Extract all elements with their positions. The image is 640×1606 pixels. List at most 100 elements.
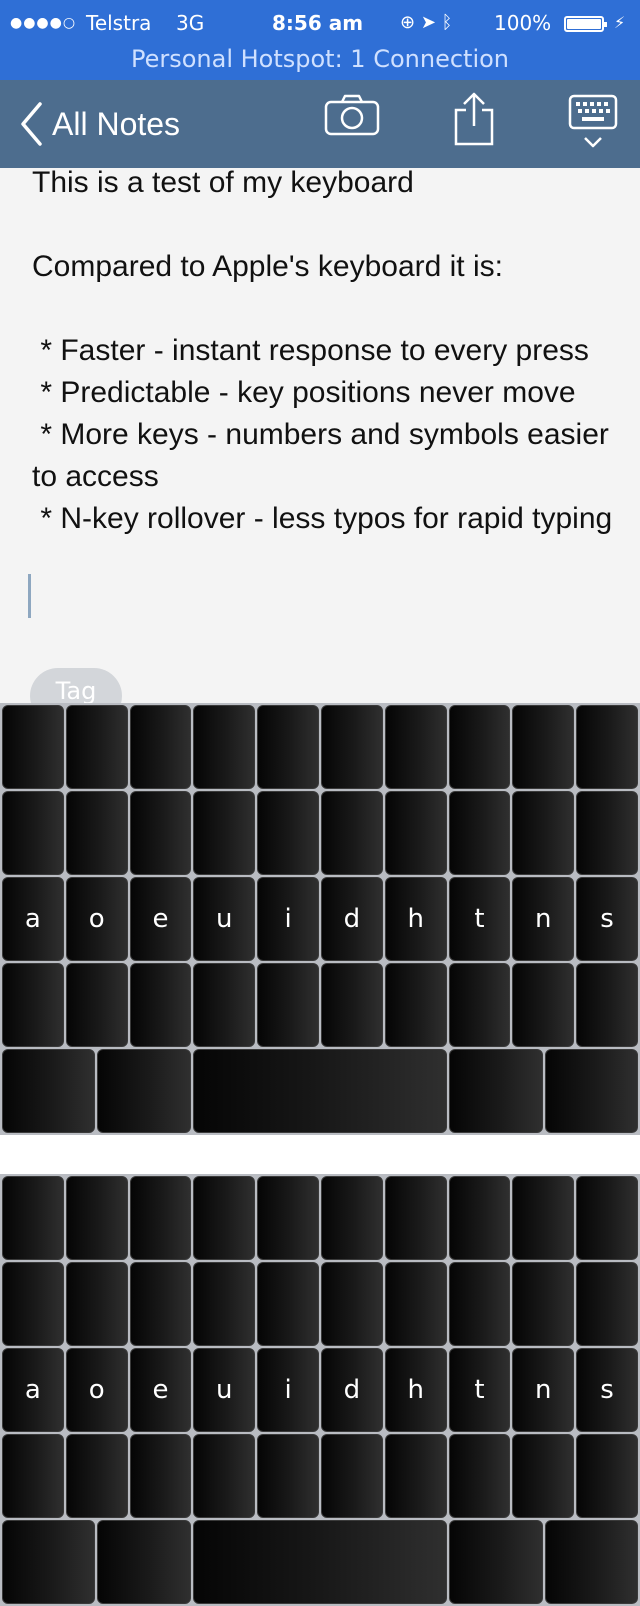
key[interactable] [512, 705, 575, 789]
key[interactable] [576, 791, 638, 875]
key[interactable] [193, 705, 256, 789]
key-u[interactable]: u [193, 877, 256, 961]
tag-button[interactable]: Tag [30, 668, 122, 704]
key-i[interactable]: i [257, 877, 319, 961]
key[interactable] [384, 1262, 447, 1346]
key[interactable] [2, 963, 64, 1047]
key[interactable] [97, 1049, 191, 1133]
share-icon[interactable] [452, 90, 496, 146]
key-n[interactable]: n [512, 877, 575, 961]
key-o[interactable]: o [65, 1348, 128, 1432]
key[interactable] [576, 705, 638, 789]
keyboard-hide-icon[interactable] [568, 94, 618, 156]
key-i[interactable]: i [257, 1348, 319, 1432]
note-editor[interactable]: This is a test of my keyboard Compared t… [0, 168, 640, 704]
key[interactable] [512, 963, 575, 1047]
key[interactable] [97, 1520, 191, 1604]
key[interactable] [320, 1176, 383, 1260]
key[interactable] [449, 1520, 543, 1604]
key[interactable] [320, 705, 383, 789]
key[interactable] [2, 1176, 64, 1260]
key[interactable] [512, 791, 575, 875]
key[interactable] [129, 1176, 192, 1260]
key[interactable] [384, 1176, 447, 1260]
key[interactable] [129, 1262, 192, 1346]
key[interactable] [257, 705, 319, 789]
back-button[interactable]: All Notes [20, 100, 180, 148]
key[interactable] [2, 1049, 96, 1133]
key[interactable] [449, 1049, 543, 1133]
key[interactable] [576, 1434, 638, 1518]
key[interactable] [448, 705, 511, 789]
key-a[interactable]: a [2, 877, 64, 961]
key-h[interactable]: h [384, 1348, 447, 1432]
key-h[interactable]: h [384, 877, 447, 961]
key[interactable] [512, 1262, 575, 1346]
key[interactable] [193, 1262, 256, 1346]
key[interactable] [384, 963, 447, 1047]
key-t[interactable]: t [448, 1348, 511, 1432]
key[interactable] [129, 1434, 192, 1518]
key[interactable] [512, 1176, 575, 1260]
key[interactable] [384, 791, 447, 875]
key-e[interactable]: e [129, 877, 192, 961]
key[interactable] [257, 791, 319, 875]
key[interactable] [544, 1520, 638, 1604]
key-s[interactable]: s [576, 877, 638, 961]
camera-icon[interactable] [324, 94, 380, 138]
key[interactable] [65, 1262, 128, 1346]
keyboard-row-4 [2, 963, 638, 1047]
key[interactable] [320, 1434, 383, 1518]
key[interactable] [129, 963, 192, 1047]
key[interactable] [65, 963, 128, 1047]
key[interactable] [257, 1262, 319, 1346]
key[interactable] [2, 1262, 64, 1346]
key[interactable] [129, 791, 192, 875]
key[interactable] [2, 1520, 96, 1604]
key[interactable] [65, 1176, 128, 1260]
key[interactable] [193, 963, 256, 1047]
key[interactable] [576, 1262, 638, 1346]
key[interactable] [2, 1434, 64, 1518]
key[interactable] [65, 791, 128, 875]
key[interactable] [320, 791, 383, 875]
space-key[interactable] [192, 1049, 448, 1133]
key[interactable] [576, 1176, 638, 1260]
space-key[interactable] [192, 1520, 448, 1604]
key-o[interactable]: o [65, 877, 128, 961]
key[interactable] [193, 791, 256, 875]
key[interactable] [576, 963, 638, 1047]
key[interactable] [257, 1176, 319, 1260]
key-a[interactable]: a [2, 1348, 64, 1432]
key[interactable] [320, 963, 383, 1047]
key[interactable] [448, 1434, 511, 1518]
key[interactable] [384, 1434, 447, 1518]
key[interactable] [193, 1434, 256, 1518]
key[interactable] [2, 705, 64, 789]
key[interactable] [384, 705, 447, 789]
key-s[interactable]: s [576, 1348, 638, 1432]
key[interactable] [65, 705, 128, 789]
key[interactable] [448, 1262, 511, 1346]
key-n[interactable]: n [512, 1348, 575, 1432]
hotspot-banner[interactable]: Personal Hotspot: 1 Connection [0, 40, 640, 78]
key[interactable] [257, 1434, 319, 1518]
note-text[interactable]: This is a test of my keyboard Compared t… [32, 168, 626, 540]
key[interactable] [129, 705, 192, 789]
key[interactable] [512, 1434, 575, 1518]
signal-strength: ●●●●○ [10, 15, 77, 31]
key-d[interactable]: d [320, 877, 383, 961]
key[interactable] [448, 1176, 511, 1260]
key[interactable] [448, 963, 511, 1047]
key[interactable] [2, 791, 64, 875]
key[interactable] [448, 791, 511, 875]
key-u[interactable]: u [193, 1348, 256, 1432]
key-t[interactable]: t [448, 877, 511, 961]
key[interactable] [320, 1262, 383, 1346]
key-e[interactable]: e [129, 1348, 192, 1432]
key[interactable] [65, 1434, 128, 1518]
key-d[interactable]: d [320, 1348, 383, 1432]
key[interactable] [257, 963, 319, 1047]
key[interactable] [544, 1049, 638, 1133]
key[interactable] [193, 1176, 256, 1260]
